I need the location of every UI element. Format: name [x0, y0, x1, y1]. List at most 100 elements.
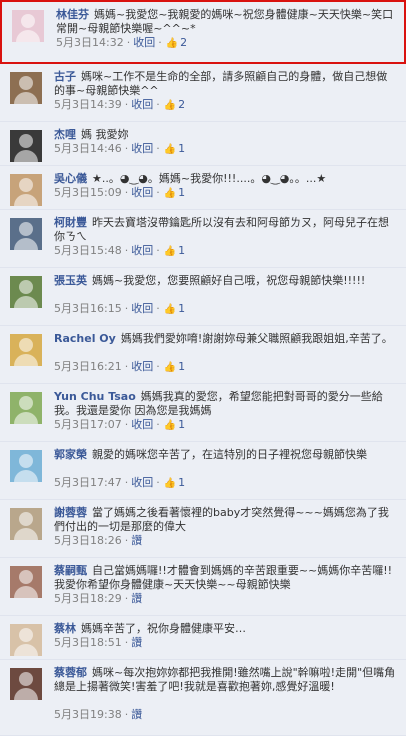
like-count[interactable]: 1	[178, 186, 185, 199]
like-button[interactable]: 讚	[131, 534, 142, 547]
comment-timestamp[interactable]: 5月3日18:51	[54, 636, 122, 649]
like-count[interactable]: 1	[178, 244, 185, 257]
comment-item: 謝蓉蓉 當了媽媽之後看著懷裡的baby才突然覺得~~~媽媽您為了我們付出的一切是那…	[0, 500, 406, 558]
thumbs-up-icon[interactable]: 👍	[164, 304, 176, 315]
like-button[interactable]: 讚	[131, 592, 142, 605]
avatar[interactable]	[10, 392, 42, 424]
comment-item: 林佳芬 媽媽~我愛您~我親愛的媽咪~祝您身體健康~天天快樂~笑口常開~母親節快樂喔…	[0, 0, 406, 64]
like-button[interactable]: 讚	[131, 636, 142, 649]
comment-body: 謝蓉蓉 當了媽媽之後看著懷裡的baby才突然覺得~~~媽媽您為了我們付出的一切是那…	[54, 506, 398, 534]
comment-timestamp[interactable]: 5月3日17:07	[54, 418, 122, 431]
separator-dot: ·	[156, 302, 160, 315]
separator-dot: ·	[156, 476, 160, 489]
avatar[interactable]	[10, 668, 42, 700]
comment-timestamp[interactable]: 5月3日18:29	[54, 592, 122, 605]
like-count[interactable]: 1	[178, 360, 185, 373]
comment-meta: 5月3日15:48 · 收回 · 👍 1	[54, 244, 185, 259]
separator-dot: ·	[158, 36, 162, 49]
comment-author-link[interactable]: 蔡林	[54, 622, 76, 635]
comment-author-link[interactable]: 蔡蓉郁	[54, 666, 87, 679]
unlike-button[interactable]: 收回	[131, 360, 153, 373]
avatar-shoulders-shape	[14, 688, 38, 700]
avatar[interactable]	[10, 334, 42, 366]
unlike-button[interactable]: 收回	[131, 418, 153, 431]
comment-timestamp[interactable]: 5月3日16:15	[54, 302, 122, 315]
comment-author-link[interactable]: Yun Chu Tsao	[54, 390, 136, 403]
avatar-shoulders-shape	[14, 528, 38, 540]
comment-timestamp[interactable]: 5月3日17:47	[54, 476, 122, 489]
thumbs-up-icon[interactable]: 👍	[164, 188, 176, 199]
like-button[interactable]: 讚	[131, 708, 142, 721]
comment-timestamp[interactable]: 5月3日14:32	[56, 36, 124, 49]
avatar-head-shape	[19, 280, 33, 294]
comment-author-link[interactable]: 蔡嗣甄	[54, 564, 87, 577]
unlike-button[interactable]: 收回	[131, 186, 153, 199]
comment-timestamp[interactable]: 5月3日15:09	[54, 186, 122, 199]
separator-dot: ·	[156, 244, 160, 257]
like-count[interactable]: 1	[178, 418, 185, 431]
comment-author-link[interactable]: 古子	[54, 70, 76, 83]
separator-dot: ·	[156, 98, 160, 111]
avatar[interactable]	[10, 624, 42, 656]
comment-body: 蔡嗣甄 自己當媽媽囉!!才體會到媽媽的辛苦跟重要~~媽媽你辛苦囉!!我愛你希望你身…	[54, 564, 398, 592]
comment-author-link[interactable]: 吳心儀	[54, 172, 87, 185]
comment-meta: 5月3日17:07 · 收回 · 👍 1	[54, 418, 185, 433]
comment-body: 蔡蓉郁 媽咪~每次抱妳妳都把我推開!雖然嘴上說"幹嘛啦!走開"但嘴角總是上揚著微笑…	[54, 666, 398, 694]
comment-author-link[interactable]: 郭家榮	[54, 448, 87, 461]
like-count[interactable]: 1	[178, 476, 185, 489]
thumbs-up-icon[interactable]: 👍	[164, 100, 176, 111]
like-count[interactable]: 1	[178, 142, 185, 155]
avatar-shoulders-shape	[14, 354, 38, 366]
thumbs-up-icon[interactable]: 👍	[164, 420, 176, 431]
comment-item: 杰哩媽 我愛妳 5月3日14:46 · 收回 · 👍 1	[0, 122, 406, 166]
comment-author-link[interactable]: 林佳芬	[56, 8, 89, 21]
like-count[interactable]: 2	[180, 36, 187, 49]
comment-author-link[interactable]: 杰哩	[54, 128, 76, 141]
comment-author-link[interactable]: 張玉英	[54, 274, 87, 287]
comment-author-link[interactable]: 謝蓉蓉	[54, 506, 87, 519]
comment-meta: 5月3日14:32 · 收回 · 👍 2	[56, 36, 187, 51]
comment-item: 柯財豐 昨天去寶塔沒帶鑰匙所以沒有去和阿母節ㄌㄡ，阿母兒子在想你ㄋㄟ 5月3日15:…	[0, 210, 406, 268]
thumbs-up-icon[interactable]: 👍	[164, 246, 176, 257]
avatar[interactable]	[10, 566, 42, 598]
avatar-shoulders-shape	[14, 470, 38, 482]
unlike-button[interactable]: 收回	[131, 142, 153, 155]
avatar[interactable]	[12, 10, 44, 42]
thumbs-up-icon[interactable]: 👍	[164, 144, 176, 155]
avatar[interactable]	[10, 276, 42, 308]
avatar[interactable]	[10, 174, 42, 206]
comment-body: 柯財豐 昨天去寶塔沒帶鑰匙所以沒有去和阿母節ㄌㄡ，阿母兒子在想你ㄋㄟ	[54, 216, 398, 244]
avatar[interactable]	[10, 130, 42, 162]
avatar-head-shape	[19, 396, 33, 410]
avatar[interactable]	[10, 508, 42, 540]
like-count[interactable]: 2	[178, 98, 185, 111]
unlike-button[interactable]: 收回	[133, 36, 155, 49]
avatar[interactable]	[10, 72, 42, 104]
thumbs-up-icon[interactable]: 👍	[166, 38, 178, 49]
comment-timestamp[interactable]: 5月3日19:38	[54, 708, 122, 721]
unlike-button[interactable]: 收回	[131, 302, 153, 315]
comment-meta: 5月3日16:21 · 收回 · 👍 1	[54, 360, 185, 375]
comment-body: 吳心儀 ★..。◕‿◕。媽媽~我愛你!!!....。◕‿◕。。...★	[54, 172, 398, 186]
thumbs-up-icon[interactable]: 👍	[164, 478, 176, 489]
comment-author-link[interactable]: Rachel Oy	[54, 332, 116, 345]
unlike-button[interactable]: 收回	[131, 476, 153, 489]
comment-text: 媽媽~我愛您~我親愛的媽咪~祝您身體健康~天天快樂~笑口常開~母親節快樂喔~^^…	[56, 8, 394, 35]
comment-text: 媽 我愛妳	[81, 128, 129, 141]
comment-item: 蔡蓉郁 媽咪~每次抱妳妳都把我推開!雖然嘴上說"幹嘛啦!走開"但嘴角總是上揚著微笑…	[0, 660, 406, 736]
comment-timestamp[interactable]: 5月3日14:46	[54, 142, 122, 155]
like-count[interactable]: 1	[178, 302, 185, 315]
comment-timestamp[interactable]: 5月3日18:26	[54, 534, 122, 547]
comment-list: 林佳芬 媽媽~我愛您~我親愛的媽咪~祝您身體健康~天天快樂~笑口常開~母親節快樂喔…	[0, 0, 406, 736]
avatar[interactable]	[10, 218, 42, 250]
unlike-button[interactable]: 收回	[131, 98, 153, 111]
avatar-head-shape	[19, 628, 33, 642]
unlike-button[interactable]: 收回	[131, 244, 153, 257]
comment-author-link[interactable]: 柯財豐	[54, 216, 87, 229]
comment-timestamp[interactable]: 5月3日16:21	[54, 360, 122, 373]
separator-dot: ·	[124, 186, 129, 199]
comment-timestamp[interactable]: 5月3日15:48	[54, 244, 122, 257]
thumbs-up-icon[interactable]: 👍	[164, 362, 176, 373]
comment-timestamp[interactable]: 5月3日14:39	[54, 98, 122, 111]
avatar[interactable]	[10, 450, 42, 482]
